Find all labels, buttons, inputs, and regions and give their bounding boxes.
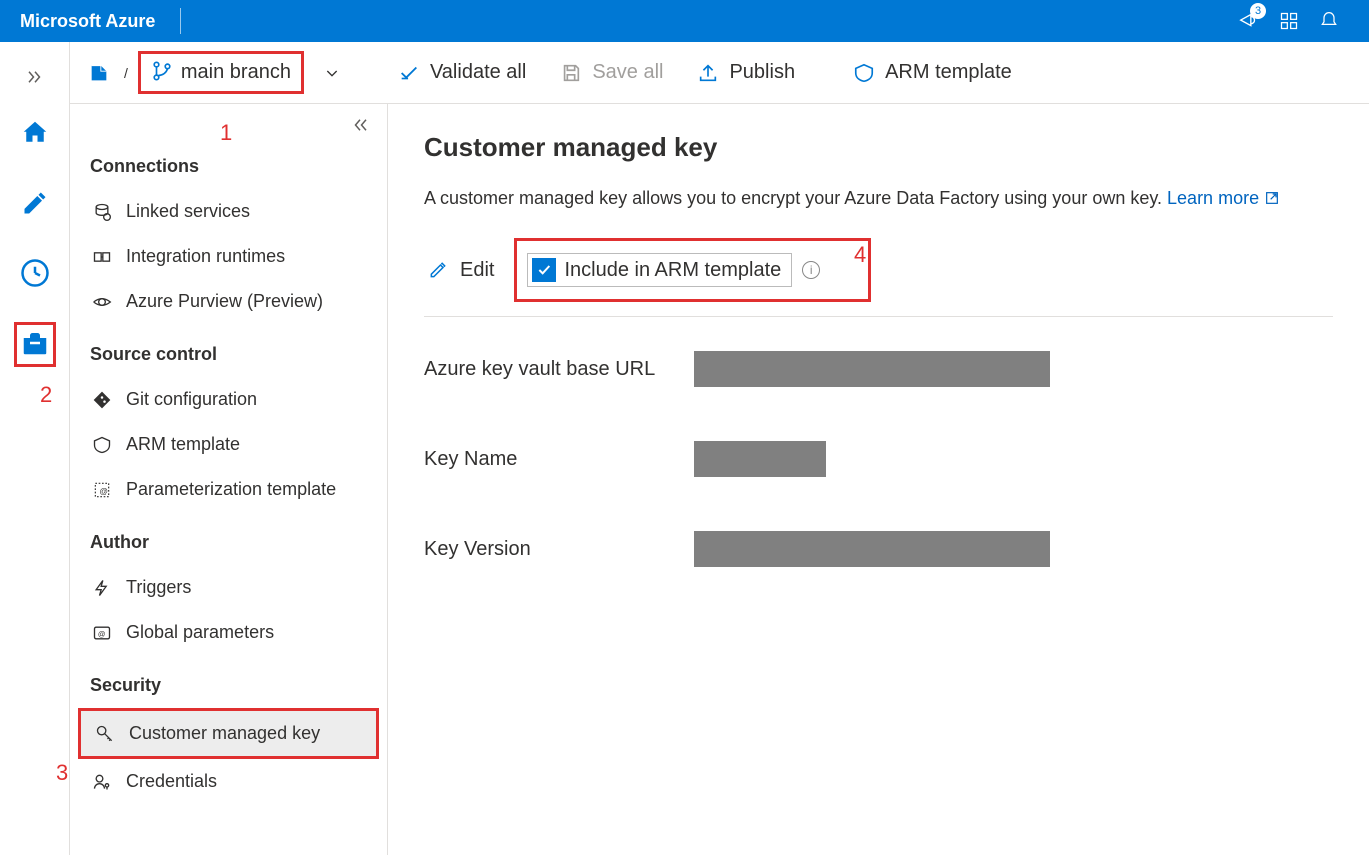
save-label: Save all: [592, 61, 663, 84]
manage-icon-highlight: [14, 322, 56, 367]
row-key-version: Key Version: [424, 531, 1333, 567]
credentials-icon: [92, 772, 112, 792]
nav-integration-runtimes[interactable]: Integration runtimes: [78, 234, 379, 279]
toolbar: / main branch Validate all Save all: [70, 42, 1369, 104]
publish-label: Publish: [729, 61, 795, 84]
edit-label: Edit: [460, 259, 494, 282]
main-content: Customer managed key A customer managed …: [388, 104, 1369, 855]
expand-rail-icon[interactable]: [20, 62, 50, 92]
nav-triggers[interactable]: Triggers: [78, 565, 379, 610]
nav-azure-purview[interactable]: Azure Purview (Preview): [78, 279, 379, 324]
page-title: Customer managed key: [424, 132, 1333, 163]
separator: [424, 316, 1333, 317]
value-url: [694, 351, 1050, 387]
label-version: Key Version: [424, 538, 694, 561]
annotation-4: 4: [854, 242, 866, 268]
branch-dropdown[interactable]: [310, 65, 354, 81]
svg-text:@: @: [98, 629, 106, 638]
include-arm-highlight: Include in ARM template i: [514, 238, 871, 302]
section-author: Author: [78, 512, 379, 565]
integration-runtimes-icon: [92, 247, 112, 267]
top-header: Microsoft Azure 3: [0, 0, 1369, 42]
nav-customer-managed-key[interactable]: Customer managed key: [78, 708, 379, 759]
label-url: Azure key vault base URL: [424, 358, 694, 381]
value-version: [694, 531, 1050, 567]
info-icon[interactable]: i: [802, 261, 820, 279]
nav-global-parameters[interactable]: @ Global parameters: [78, 610, 379, 655]
breadcrumb-sep: /: [124, 65, 128, 81]
global-params-icon: @: [92, 623, 112, 643]
annotation-1: 1: [220, 120, 232, 146]
nav-linked-services[interactable]: Linked services: [78, 189, 379, 234]
validate-all-button[interactable]: Validate all: [384, 61, 540, 84]
edit-button[interactable]: Edit: [424, 259, 498, 282]
row-key-vault-url: Azure key vault base URL: [424, 351, 1333, 387]
label-name: Key Name: [424, 448, 694, 471]
bell-icon[interactable]: [1309, 0, 1349, 42]
dashboard-icon[interactable]: [1269, 0, 1309, 42]
nav-arm-template[interactable]: ARM template: [78, 422, 379, 467]
monitor-icon[interactable]: [18, 256, 52, 290]
include-label: Include in ARM template: [564, 259, 781, 282]
data-factory-icon[interactable]: [88, 62, 112, 84]
linked-services-icon: [92, 202, 112, 222]
row-key-name: Key Name: [424, 441, 1333, 477]
nav-credentials[interactable]: Credentials: [78, 759, 379, 804]
page-description: A customer managed key allows you to enc…: [424, 185, 1333, 212]
toolbox-icon[interactable]: [20, 328, 50, 361]
pencil-icon[interactable]: [18, 186, 52, 220]
include-arm-checkbox[interactable]: Include in ARM template: [527, 253, 792, 287]
nav-parameterization[interactable]: @ Parameterization template: [78, 467, 379, 512]
branch-icon: [151, 60, 173, 85]
branch-label[interactable]: main branch: [181, 61, 291, 84]
nav-git-config[interactable]: Git configuration: [78, 377, 379, 422]
announcement-icon[interactable]: 3: [1229, 0, 1269, 42]
annotation-3: 3: [56, 760, 68, 786]
brand-label: Microsoft Azure: [20, 11, 175, 32]
header-divider: [180, 8, 181, 34]
key-icon: [95, 724, 115, 744]
checkbox-icon: [532, 258, 556, 282]
annotation-2: 2: [40, 382, 52, 408]
validate-label: Validate all: [430, 61, 526, 84]
arm-label: ARM template: [885, 61, 1012, 84]
section-source-control: Source control: [78, 324, 379, 377]
learn-more-link[interactable]: Learn more: [1167, 188, 1280, 208]
git-icon: [92, 390, 112, 410]
parameterization-icon: @: [92, 480, 112, 500]
triggers-icon: [92, 578, 112, 598]
notification-badge: 3: [1250, 3, 1266, 19]
value-name: [694, 441, 826, 477]
branch-selector-highlight: main branch: [138, 51, 304, 94]
arm-template-icon: [92, 435, 112, 455]
publish-button[interactable]: Publish: [683, 61, 809, 84]
left-rail: [0, 42, 70, 855]
arm-template-button[interactable]: ARM template: [839, 61, 1026, 84]
home-icon[interactable]: [18, 116, 52, 150]
purview-icon: [92, 292, 112, 312]
collapse-panel-icon[interactable]: [351, 116, 371, 136]
save-all-button: Save all: [546, 61, 677, 84]
section-security: Security: [78, 655, 379, 708]
side-panel: Connections Linked services Integration …: [70, 104, 388, 855]
svg-text:@: @: [100, 486, 108, 496]
